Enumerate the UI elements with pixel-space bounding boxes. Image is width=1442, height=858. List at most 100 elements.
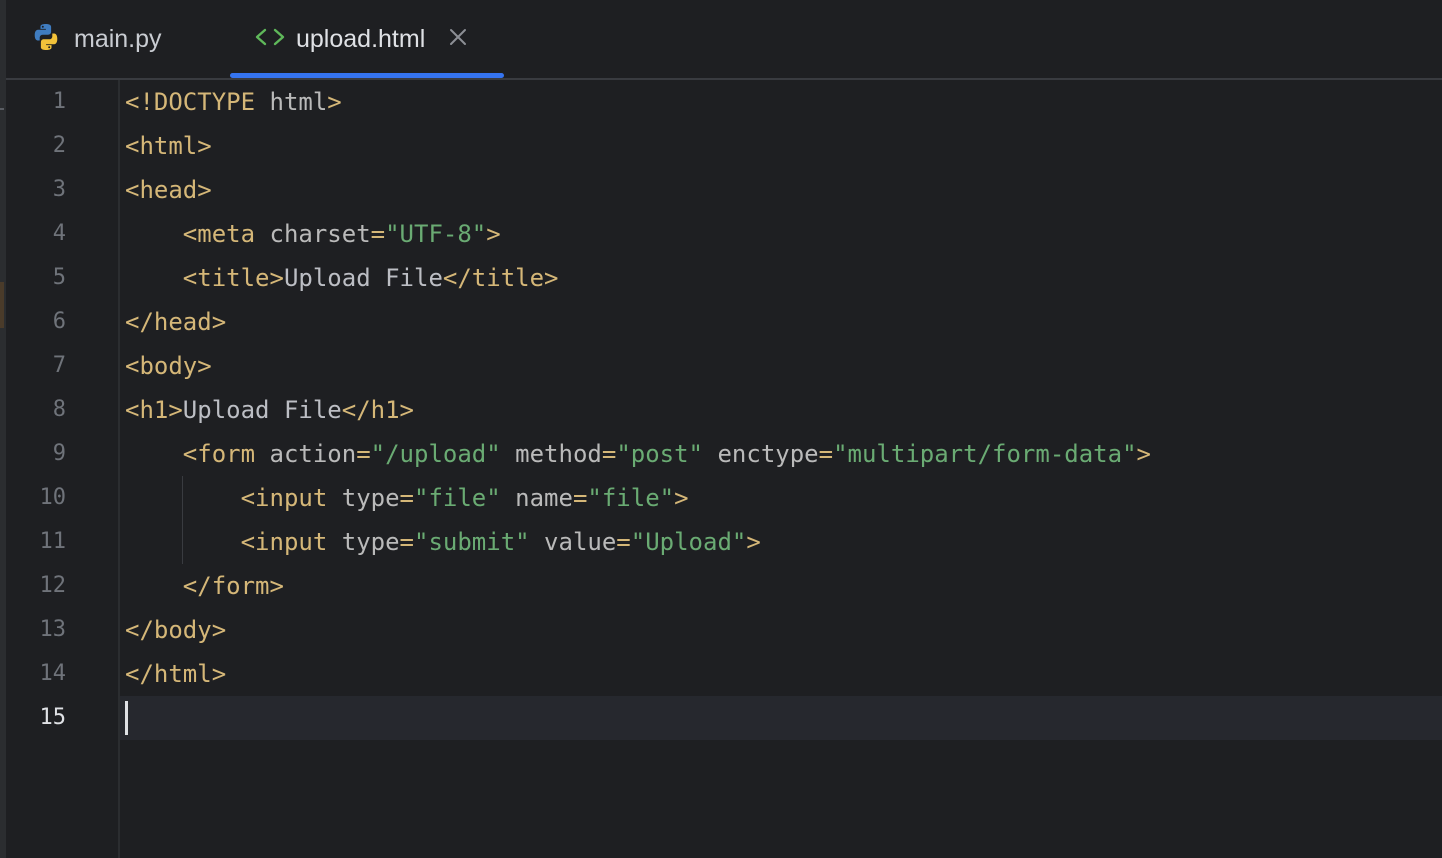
line-number: 5 [52, 265, 66, 290]
code-token: "multipart/form-data" [833, 440, 1137, 468]
line-number: 3 [52, 177, 66, 202]
code-token: Upload File [283, 264, 443, 292]
line-number: 15 [39, 705, 67, 730]
gutter-divider [118, 80, 120, 858]
code-token: action [269, 440, 357, 468]
code-token: <form [182, 440, 270, 468]
tab-label: upload.html [296, 24, 426, 53]
python-icon [30, 21, 74, 58]
line-number: 7 [52, 353, 66, 378]
code-token: charset [269, 220, 371, 248]
tab-upload-html[interactable]: upload.html [230, 0, 504, 78]
code-token: "UTF-8" [385, 220, 487, 248]
code-token: name [515, 484, 573, 512]
code-line: <input type="file" name="file"> [125, 476, 1442, 520]
text-caret [125, 701, 128, 735]
code-token: <body> [125, 352, 212, 380]
active-tab-indicator [230, 73, 504, 78]
code-line: <input type="submit" value="Upload"> [125, 520, 1442, 564]
code-token: <html> [125, 132, 212, 160]
line-number: 12 [39, 573, 67, 598]
code-token: "post" [616, 440, 704, 468]
left-strip-marker [0, 108, 4, 120]
line-number: 11 [39, 529, 67, 554]
code-token: > [674, 484, 689, 512]
code-token: enctype [717, 440, 819, 468]
code-editor[interactable]: 1 2 3 4 5 6 7 8 9 10 11 12 13 14 15 <!DOCTYPE html> <ht… [6, 80, 1442, 858]
code-token: "/upload" [370, 440, 501, 468]
code-token: = [572, 484, 588, 512]
code-token: > [486, 220, 501, 248]
line-number: 9 [52, 441, 66, 466]
left-strip-highlight [0, 282, 4, 328]
line-number: 6 [52, 309, 66, 334]
code-token: Upload File [182, 396, 342, 424]
code-line: <title>Upload File</title> [125, 256, 1442, 300]
code-line: <html> [125, 124, 1442, 168]
code-token: > [746, 528, 761, 556]
code-token: method [515, 440, 602, 468]
code-token: <input [240, 528, 342, 556]
code-token: = [399, 528, 414, 556]
code-line: </form> [125, 564, 1442, 608]
code-token: = [818, 440, 834, 468]
code-token: <meta [182, 220, 270, 248]
code-token: "submit" [414, 528, 530, 556]
code-line: <form action="/upload" method="post" enc… [125, 432, 1442, 476]
html-icon [230, 25, 296, 54]
code-token: </body> [125, 616, 227, 644]
line-number: 14 [39, 661, 67, 686]
code-line: <head> [125, 168, 1442, 212]
code-line: <h1>Upload File</h1> [125, 388, 1442, 432]
code-token: = [616, 528, 631, 556]
code-token: type [341, 528, 400, 556]
code-token: > [1136, 440, 1151, 468]
code-token: = [370, 220, 386, 248]
code-line: </head> [125, 300, 1442, 344]
tab-main-py[interactable]: main.py [30, 0, 162, 78]
code-token: <!DOCTYPE [125, 88, 270, 116]
code-token: = [399, 484, 414, 512]
code-token: </head> [125, 308, 227, 336]
code-token: "file" [414, 484, 501, 512]
code-token: <h1> [125, 396, 183, 424]
code-token: = [356, 440, 371, 468]
code-line: <meta charset="UTF-8"> [125, 212, 1442, 256]
code-token: <input [240, 484, 342, 512]
code-token: </form> [182, 572, 284, 600]
line-number: 13 [39, 617, 67, 642]
code-line: <body> [125, 344, 1442, 388]
code-token: "file" [587, 484, 675, 512]
tab-label: main.py [74, 24, 162, 53]
code-line: </body> [125, 608, 1442, 652]
line-number: 4 [52, 221, 66, 246]
code-line: </html> [125, 652, 1442, 696]
code-token: value [544, 528, 617, 556]
code-token: > [327, 88, 342, 116]
code-token: "Upload" [630, 528, 747, 556]
code-token: = [601, 440, 617, 468]
editor-tab-bar: main.py upload.html [6, 0, 1442, 80]
code-token: type [341, 484, 400, 512]
line-number: 10 [39, 485, 67, 510]
code-token: </html> [125, 660, 227, 688]
code-token: <title> [182, 264, 284, 292]
line-number-gutter: 1 2 3 4 5 6 7 8 9 10 11 12 13 14 15 [6, 80, 118, 858]
code-token: </title> [442, 264, 559, 292]
line-number: 8 [52, 397, 66, 422]
close-icon[interactable] [425, 28, 467, 51]
code-token: html [269, 88, 328, 116]
code-token: <head> [125, 176, 212, 204]
code-line: <!DOCTYPE html> [125, 80, 1442, 124]
code-token: </h1> [341, 396, 414, 424]
line-number: 2 [52, 133, 66, 158]
